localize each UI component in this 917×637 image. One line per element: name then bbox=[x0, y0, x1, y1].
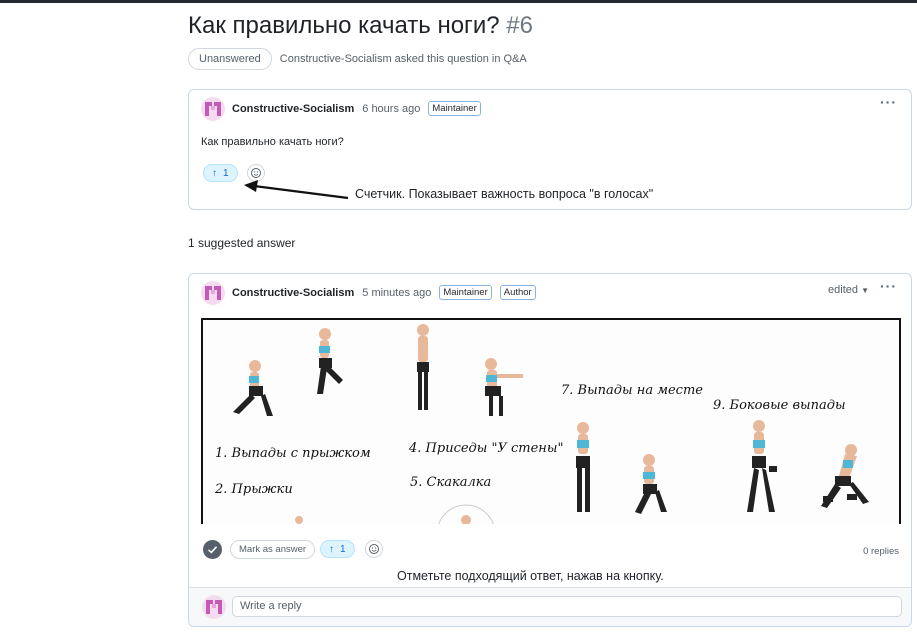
add-reaction-button[interactable] bbox=[365, 540, 383, 558]
asked-line: Constructive-Socialism asked this questi… bbox=[279, 53, 527, 65]
vote-count: 1 bbox=[223, 167, 229, 179]
avatar[interactable] bbox=[201, 97, 225, 121]
annotation-counter: Счетчик. Показывает важность вопроса "в … bbox=[355, 187, 654, 201]
reply-input[interactable]: Write a reply bbox=[232, 596, 902, 617]
timestamp[interactable]: 5 minutes ago bbox=[362, 287, 431, 299]
post-header: Constructive-Socialism 6 hours ago Maint… bbox=[232, 101, 481, 116]
smiley-icon bbox=[369, 544, 379, 554]
author-link[interactable]: Constructive-Socialism bbox=[232, 103, 354, 115]
triangle-down-icon: ▼ bbox=[861, 286, 869, 295]
page-title: Как правильно качать ноги? #6 bbox=[188, 12, 533, 40]
add-reaction-button[interactable] bbox=[247, 164, 265, 182]
exercise-label: 5. Скакалка bbox=[410, 475, 492, 490]
upvote-button[interactable]: ↑ 1 bbox=[320, 540, 355, 558]
status-badge: Unanswered bbox=[188, 48, 272, 70]
reply-composer: Write a reply bbox=[189, 587, 911, 626]
exercise-label: 1. Выпады с прыжком bbox=[215, 446, 371, 461]
exercise-label: 7. Выпады на месте bbox=[561, 383, 703, 398]
annotation-mark-answer: Отметьте подходящий ответ, нажав на кноп… bbox=[397, 569, 664, 583]
post-body: Как правильно качать ноги? bbox=[201, 136, 344, 148]
discussion-number: #6 bbox=[506, 12, 533, 39]
answer-header: Constructive-Socialism 5 minutes ago Mai… bbox=[232, 285, 536, 300]
avatar bbox=[202, 595, 226, 619]
exercise-figures bbox=[233, 324, 869, 524]
discussion-title: Как правильно качать ноги? bbox=[188, 12, 500, 39]
exercise-image: 1. Выпады с прыжком 2. Прыжки 4. Приседы… bbox=[201, 318, 901, 524]
upvote-button[interactable]: ↑ 1 bbox=[203, 164, 238, 182]
smiley-icon bbox=[251, 168, 261, 178]
edited-label: edited bbox=[828, 284, 859, 296]
exercise-label: 4. Приседы "У стены" bbox=[409, 441, 564, 456]
exercise-label: 9. Боковые выпады bbox=[713, 398, 846, 413]
author-link[interactable]: Constructive-Socialism bbox=[232, 287, 354, 299]
timestamp[interactable]: 6 hours ago bbox=[362, 103, 420, 115]
check-circle-icon[interactable] bbox=[203, 540, 222, 559]
more-options-icon[interactable]: ··· bbox=[880, 94, 897, 110]
vote-count: 1 bbox=[340, 543, 346, 555]
arrow-up-icon: ↑ bbox=[212, 167, 217, 179]
top-bar bbox=[0, 0, 917, 3]
avatar[interactable] bbox=[201, 281, 225, 305]
maintainer-badge: Maintainer bbox=[428, 101, 481, 116]
more-options-icon[interactable]: ··· bbox=[880, 278, 897, 294]
author-badge: Author bbox=[499, 285, 536, 300]
exercise-label: 2. Прыжки bbox=[215, 482, 293, 497]
mark-as-answer-button[interactable]: Mark as answer bbox=[230, 540, 316, 559]
maintainer-badge: Maintainer bbox=[439, 285, 492, 300]
discussion-meta: Unanswered Constructive-Socialism asked … bbox=[188, 48, 527, 70]
arrow-up-icon: ↑ bbox=[329, 543, 334, 555]
answers-count: 1 suggested answer bbox=[188, 236, 296, 250]
edited-dropdown[interactable]: edited ▼ bbox=[828, 284, 869, 296]
replies-count[interactable]: 0 replies bbox=[863, 546, 899, 557]
